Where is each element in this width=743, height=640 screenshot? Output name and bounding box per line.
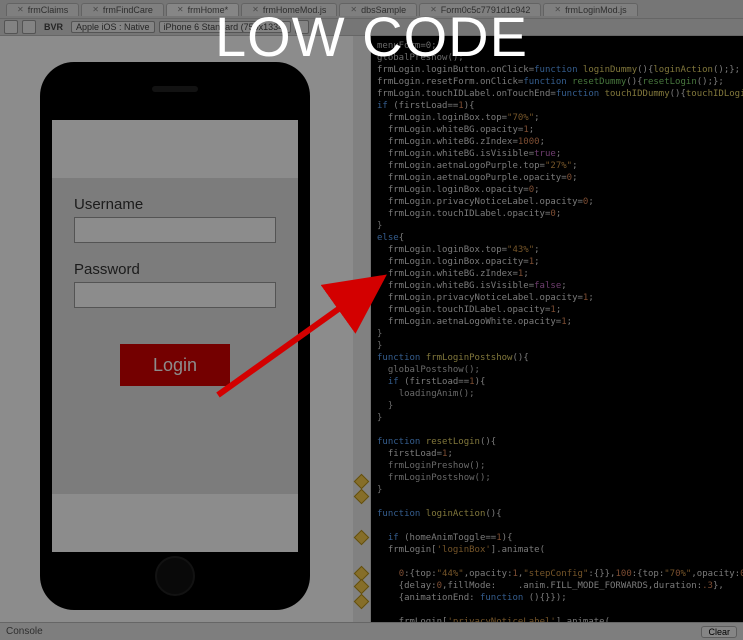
warning-icon <box>354 530 370 546</box>
login-form: Username Password Login <box>52 178 298 494</box>
designer-pane: Username Password Login <box>0 36 353 622</box>
warning-icon <box>354 594 370 610</box>
warning-icon <box>354 474 370 490</box>
username-input[interactable] <box>74 217 276 243</box>
code-pane: menuForm=0; globalPreshow(); frmLogin.lo… <box>353 36 743 622</box>
code-editor[interactable]: menuForm=0; globalPreshow(); frmLogin.lo… <box>371 36 743 622</box>
warning-icon <box>354 579 370 595</box>
console-bar: Console Clear <box>0 622 743 640</box>
console-label: Console <box>6 626 43 637</box>
code-gutter <box>353 36 371 622</box>
login-button[interactable]: Login <box>120 344 230 386</box>
headline-text: LOW CODE <box>0 4 743 69</box>
password-input[interactable] <box>74 282 276 308</box>
workspace: Username Password Login menuForm=0; glob… <box>0 36 743 622</box>
username-label: Username <box>74 196 276 213</box>
phone-screen: Username Password Login <box>52 120 298 552</box>
password-label: Password <box>74 261 276 278</box>
clear-button[interactable]: Clear <box>701 626 737 638</box>
phone-frame: Username Password Login <box>40 62 310 610</box>
warning-icon <box>354 489 370 505</box>
